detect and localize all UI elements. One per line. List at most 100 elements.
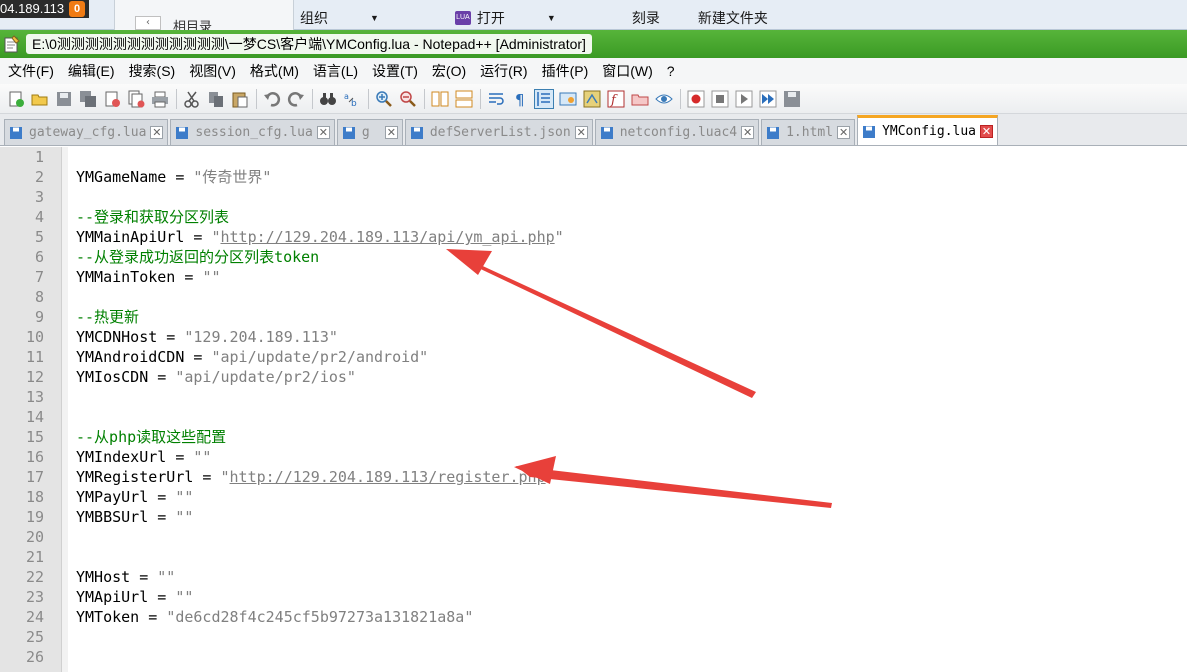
tab-gateway-cfg[interactable]: gateway_cfg.lua ✕ xyxy=(4,119,169,145)
define-language-button[interactable] xyxy=(558,89,578,109)
code-line[interactable]: 17 YMRegisterUrl = "http://129.204.189.11… xyxy=(0,467,1187,487)
record-macro-button[interactable] xyxy=(686,89,706,109)
document-map-button[interactable] xyxy=(582,89,602,109)
menu-help[interactable]: ? xyxy=(665,61,677,81)
zoom-out-button[interactable] xyxy=(398,89,418,109)
paste-button[interactable] xyxy=(230,89,250,109)
url-link[interactable]: http://129.204.189.113/register.php xyxy=(230,468,546,486)
tab-def-server-list[interactable]: defServerList.json ✕ xyxy=(404,119,593,145)
find-button[interactable] xyxy=(318,89,338,109)
code-line[interactable]: 5 YMMainApiUrl = "http://129.204.189.113/… xyxy=(0,227,1187,247)
organize-button[interactable]: 组织 ▼ xyxy=(300,8,417,28)
code-line[interactable]: 12 YMIosCDN = "api/update/pr2/ios" xyxy=(0,367,1187,387)
new-file-button[interactable] xyxy=(6,89,26,109)
code-line[interactable]: 14 xyxy=(0,407,1187,427)
tab-close-icon[interactable]: ✕ xyxy=(574,126,588,139)
toolbar-separator xyxy=(312,88,313,109)
play-macro-button[interactable] xyxy=(734,89,754,109)
code-line[interactable]: 16 YMIndexUrl = "" xyxy=(0,447,1187,467)
code-line[interactable]: 21 xyxy=(0,547,1187,567)
indent-guide-button[interactable] xyxy=(534,88,554,109)
line-number: 20 xyxy=(25,528,44,546)
code-line[interactable]: 23 YMApiUrl = "" xyxy=(0,587,1187,607)
code-line[interactable]: 15 --从php读取这些配置 xyxy=(0,427,1187,447)
folder-workspace-button[interactable] xyxy=(630,89,650,109)
menu-view[interactable]: 视图(V) xyxy=(187,59,238,83)
code-line[interactable]: 24 YMToken = "de6cd28f4c245cf5b97273a1318… xyxy=(0,607,1187,627)
tab-close-icon[interactable]: ✕ xyxy=(384,126,398,139)
code-line[interactable]: 7 YMMainToken = "" xyxy=(0,267,1187,287)
code-line[interactable]: 9 --热更新 xyxy=(0,307,1187,327)
menu-plugins[interactable]: 插件(P) xyxy=(540,59,591,83)
save-macro-button[interactable] xyxy=(782,89,802,109)
tab-g[interactable]: g ✕ xyxy=(336,119,403,145)
tab-session-cfg[interactable]: session_cfg.lua ✕ xyxy=(170,119,335,145)
code-line[interactable]: 11 YMAndroidCDN = "api/update/pr2/android… xyxy=(0,347,1187,367)
sync-vertical-button[interactable] xyxy=(430,89,450,109)
notepad-app-icon xyxy=(4,35,20,53)
stop-macro-button[interactable] xyxy=(710,89,730,109)
copy-button[interactable] xyxy=(206,89,226,109)
menu-language[interactable]: 语言(L) xyxy=(311,59,360,83)
tab-close-icon[interactable]: ✕ xyxy=(316,126,330,139)
code-line[interactable]: 13 xyxy=(0,387,1187,407)
code-line[interactable]: 25 xyxy=(0,627,1187,647)
print-button[interactable] xyxy=(150,89,170,109)
code-line[interactable]: 1 xyxy=(0,147,1187,167)
redo-button[interactable] xyxy=(286,89,306,109)
tab-netconfig[interactable]: netconfig.luac4 ✕ xyxy=(594,119,760,145)
tab-1-html[interactable]: 1.html ✕ xyxy=(761,119,856,145)
burn-button[interactable]: 刻录 xyxy=(632,8,660,28)
explorer-toolbar: 组织 ▼ LUA 打开 ▼ 刻录 新建文件夹 xyxy=(300,8,806,28)
tab-close-icon[interactable]: ✕ xyxy=(150,126,164,139)
open-file-button[interactable] xyxy=(30,89,50,109)
menu-window[interactable]: 窗口(W) xyxy=(600,59,655,83)
menu-run[interactable]: 运行(R) xyxy=(478,59,529,83)
new-folder-button[interactable]: 新建文件夹 xyxy=(698,8,768,28)
sync-horizontal-button[interactable] xyxy=(454,89,474,109)
open-button[interactable]: LUA 打开 ▼ xyxy=(454,8,594,28)
code-line[interactable]: 18 YMPayUrl = "" xyxy=(0,487,1187,507)
tab-ymconfig[interactable]: YMConfig.lua ✕ xyxy=(857,115,998,145)
line-number: 2 xyxy=(34,168,44,186)
monitoring-button[interactable] xyxy=(654,89,674,109)
code-line[interactable]: 8 xyxy=(0,287,1187,307)
back-button[interactable]: ‹ xyxy=(135,16,161,30)
tab-close-icon[interactable]: ✕ xyxy=(837,126,851,139)
menu-format[interactable]: 格式(M) xyxy=(248,59,301,83)
menu-search[interactable]: 搜索(S) xyxy=(127,59,178,83)
function-list-button[interactable]: f xyxy=(606,89,626,109)
code-line[interactable]: 20 xyxy=(0,527,1187,547)
tab-close-icon[interactable]: ✕ xyxy=(741,126,755,139)
save-button[interactable] xyxy=(54,89,74,109)
run-macro-multiple-button[interactable] xyxy=(758,89,778,109)
show-all-chars-button[interactable]: ¶ xyxy=(510,89,530,109)
code-line[interactable]: 6 --从登录成功返回的分区列表token xyxy=(0,247,1187,267)
word-wrap-button[interactable] xyxy=(486,89,506,109)
save-all-button[interactable] xyxy=(78,89,98,109)
window-titlebar[interactable]: E:\0测测测测测测测测测测测测\一梦CS\客户端\YMConfig.lua -… xyxy=(0,30,1187,58)
cut-button[interactable] xyxy=(182,89,202,109)
taskbar-ip-item[interactable]: 04.189.113 0 xyxy=(0,0,90,18)
undo-button[interactable] xyxy=(262,89,282,109)
code-editor[interactable]: 1 2 YMGameName = "传奇世界" 3 4 --登录和获取分区列表 5 YMMai… xyxy=(0,147,1187,672)
line-number: 23 xyxy=(25,588,44,606)
url-link[interactable]: http://129.204.189.113/api/ym_api.php xyxy=(221,228,555,246)
menu-settings[interactable]: 设置(T) xyxy=(370,59,420,83)
code-line[interactable]: 22 YMHost = "" xyxy=(0,567,1187,587)
menu-macro[interactable]: 宏(O) xyxy=(430,59,468,83)
code-line[interactable]: 3 xyxy=(0,187,1187,207)
menu-file[interactable]: 文件(F) xyxy=(6,59,56,83)
code-line[interactable]: 2 YMGameName = "传奇世界" xyxy=(0,167,1187,187)
close-file-button[interactable] xyxy=(102,89,122,109)
menu-edit[interactable]: 编辑(E) xyxy=(66,59,117,83)
code-line[interactable]: 26 xyxy=(0,647,1187,667)
code-line[interactable]: 10 YMCDNHost = "129.204.189.113" xyxy=(0,327,1187,347)
replace-button[interactable]: ab xyxy=(342,89,362,109)
tab-close-icon[interactable]: ✕ xyxy=(980,125,993,138)
code-line[interactable]: 4 --登录和获取分区列表 xyxy=(0,207,1187,227)
new-file-icon xyxy=(9,91,24,107)
close-all-button[interactable] xyxy=(126,89,146,109)
zoom-in-button[interactable] xyxy=(374,89,394,109)
code-line[interactable]: 19 YMBBSUrl = "" xyxy=(0,507,1187,527)
